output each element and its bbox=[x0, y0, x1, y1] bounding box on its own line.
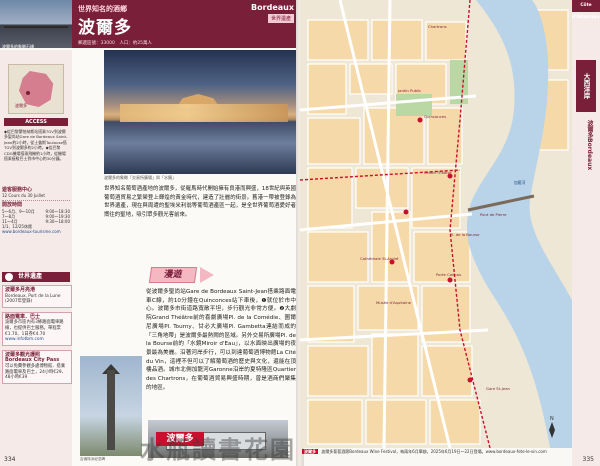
place-de-la-bourse-photo bbox=[104, 50, 300, 174]
transport-website-link[interactable]: www.infotbm.com bbox=[5, 337, 69, 343]
page-number-right: 335 bbox=[582, 456, 594, 463]
walk-banner: 漫遊 bbox=[148, 267, 198, 283]
monument-caption: 吉倫特派紀念碑 bbox=[80, 457, 106, 461]
map-label: Jardin Public bbox=[398, 88, 422, 93]
tourist-office: 遊客服務中心 12 Cours du 30 Juillet 開放時間 5～6月、… bbox=[2, 187, 70, 235]
world-heritage-badge: 世界遺產 bbox=[267, 14, 294, 23]
watermark: 水瓶讀書花園 bbox=[140, 435, 296, 464]
river-label: 加龍河 bbox=[514, 180, 526, 185]
map-label: Pont de Pierre bbox=[480, 212, 507, 217]
region-side-label: 大西洋岸 bbox=[576, 60, 596, 112]
map-label: Musée d'Aquitaine bbox=[376, 300, 412, 305]
city-side-label: 波爾多Bordeaux bbox=[586, 120, 593, 171]
page-header: 波爾多的象徵石橋 世界知名的酒鄉 波爾多 郵遞區號：33000 人口：約25萬人… bbox=[0, 0, 300, 49]
region-tag: Côte d'Atlantique bbox=[572, 0, 600, 20]
heritage-icon bbox=[5, 273, 13, 281]
transport-text: 波爾多市區內有3條路面電車路線，也提供巴士服務。單程票€1.70、1日券€4.7… bbox=[5, 320, 64, 337]
svg-text:N: N bbox=[550, 416, 554, 422]
map-label: Quinconces bbox=[424, 114, 447, 119]
map-label: Porte Cailhau bbox=[436, 272, 462, 277]
location-pin-icon bbox=[26, 91, 30, 95]
city-info: 郵遞區號：33000 人口：約25萬人 bbox=[78, 41, 153, 46]
walk-paragraph: 從波爾多聖尚站Gare de Bordeaux Saint-Jean搭乘路面電車… bbox=[146, 289, 296, 391]
city-name-en: Bordeaux bbox=[251, 3, 294, 12]
bridge-photo: 波爾多的象徵石橋 bbox=[0, 0, 72, 49]
city-map: N 加龍河 Quinconces Grand Théâtre Pl. de la… bbox=[300, 0, 572, 448]
page-number-left: 334 bbox=[4, 456, 16, 463]
walk-arrow-icon bbox=[200, 267, 214, 283]
left-info-column: 波爾多月亮港 Bordeaux, Port de la Lune (2007年登… bbox=[2, 285, 72, 388]
map-label: Chartrons bbox=[428, 24, 447, 29]
left-page: 波爾多的象徵石橋 世界知名的酒鄉 波爾多 郵遞區號：33000 人口：約25萬人… bbox=[0, 0, 300, 466]
heritage-box: 波爾多月亮港 Bordeaux, Port de la Lune (2007年登… bbox=[2, 285, 72, 308]
world-heritage-header: 世界遺產 bbox=[2, 272, 70, 282]
monument-photo bbox=[80, 356, 142, 456]
city-map-graphic: N bbox=[300, 0, 572, 448]
france-locator-map: 波爾多 bbox=[8, 64, 64, 114]
info-sidebar: 波爾多 ACCESS ◆從巴黎蒙帕納斯站搭乘TGV到波爾多聖尚站Gare de … bbox=[0, 50, 72, 466]
tourist-office-address: 12 Cours du 30 Juillet bbox=[2, 193, 45, 199]
region-tab: Côte d'Atlantique 大西洋岸 波爾多Bordeaux bbox=[572, 0, 600, 466]
map-label: Pl. de la Bourse bbox=[450, 232, 480, 237]
city-pass-text: 可以免費參觀多處博物館、搭乘路面電車及巴士，24小時€29、48小時€39 bbox=[5, 363, 66, 381]
footer-badge: 波爾多 bbox=[302, 449, 318, 454]
map-label: Gare St-Jean bbox=[486, 386, 510, 391]
map-label: Cathédrale St-André bbox=[360, 256, 399, 261]
page-title: 波爾多 bbox=[78, 18, 132, 38]
map-footer-note: 波爾多 波爾多葡萄酒節Bordeaux Wine Festival，每兩年6月舉… bbox=[302, 449, 570, 463]
city-pass-box: 波爾多觀光護照 Bordeaux City Pass 可以免費參觀多處博物館、搭… bbox=[2, 349, 72, 384]
map-label: Grand Théâtre bbox=[424, 170, 452, 175]
photo-caption: 波爾多的象徵「交易所廣場」與「水鏡」 bbox=[104, 175, 176, 180]
footer-text: 波爾多葡萄酒節Bordeaux Wine Festival，每兩年6月舉辦，20… bbox=[321, 449, 547, 454]
park-area bbox=[396, 94, 432, 116]
heritage-year: (2007年登錄) bbox=[5, 299, 33, 305]
transport-box: 路面電車．巴士 波爾多市區內有3條路面電車路線，也提供巴士服務。單程票€1.70… bbox=[2, 311, 72, 346]
locator-label: 波爾多 bbox=[15, 103, 27, 108]
access-text: ◆從巴黎蒙帕納斯站搭乘TGV到波爾多聖尚站Gare de Bordeaux Sa… bbox=[4, 129, 68, 162]
book-spread: 波爾多的象徵石橋 世界知名的酒鄉 波爾多 郵遞區號：33000 人口：約25萬人… bbox=[0, 0, 600, 466]
tourism-website-link[interactable]: www.bordeaux-tourisme.com bbox=[2, 229, 70, 234]
intro-paragraph: 世界知名葡萄酒產地的波爾多，從羅馬時代開始擁有良港而興盛，18世紀與英國葡萄酒貿… bbox=[104, 186, 296, 218]
access-header: ACCESS bbox=[4, 118, 68, 126]
